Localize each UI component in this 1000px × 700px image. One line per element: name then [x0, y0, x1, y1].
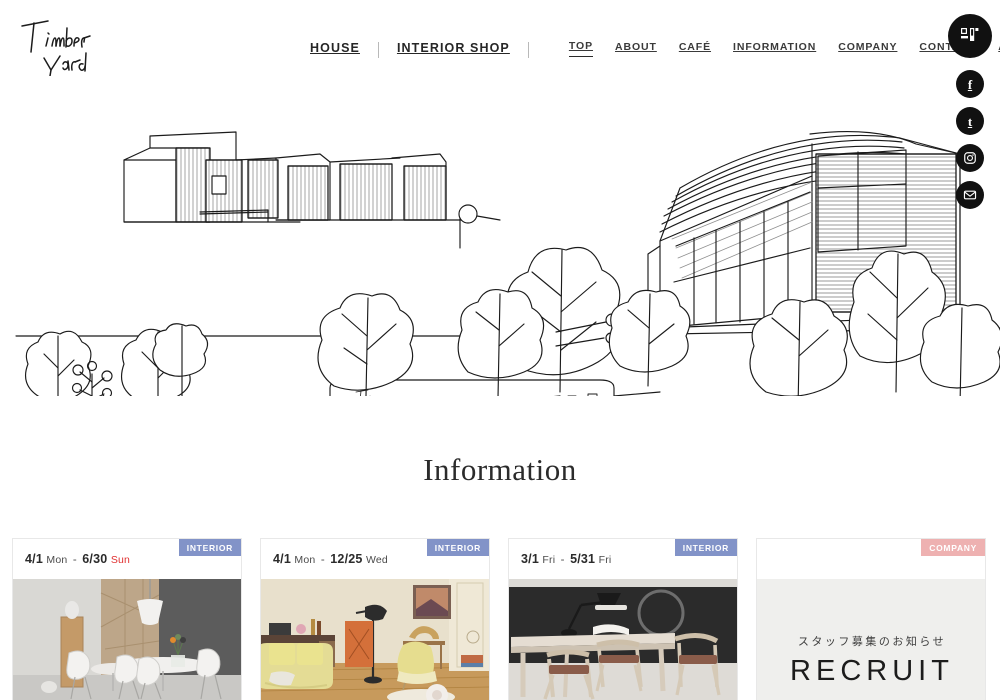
facebook-icon[interactable]: f [956, 70, 984, 98]
date-start-number: 4/1 [273, 552, 291, 566]
instagram-glyph-icon [964, 152, 976, 164]
date-start-day: Mon [294, 554, 316, 566]
date-start-number: 3/1 [521, 552, 539, 566]
date-start-number: 4/1 [25, 552, 43, 566]
site-logo[interactable] [18, 14, 128, 76]
date-end-number: 12/25 [330, 552, 363, 566]
date-end-day: Wed [365, 554, 388, 566]
nav-item-about[interactable]: ABOUT [615, 39, 657, 57]
nav-item-interior-shop[interactable]: INTERIOR SHOP [397, 39, 510, 57]
page-title: Information [423, 452, 577, 487]
brand-mark-glyph-icon [961, 28, 979, 41]
card-date: 4/1 Mon - 6/30 Sun [25, 552, 130, 566]
main-navigation[interactable]: HOUSE INTERIOR SHOP TOP ABOUT CAFÉ INFOR… [310, 38, 1000, 58]
nav-item-information[interactable]: INFORMATION [733, 39, 816, 57]
nav-divider-2 [527, 41, 529, 58]
card-date: 4/1 Mon - 12/25 Wed [273, 552, 388, 566]
information-card-list: INTERIOR 4/1 Mon - 6/30 Sun INTERIOR 4/1… [12, 538, 1000, 700]
dining-room-photo-icon [13, 579, 241, 700]
brand-mark-icon[interactable] [948, 14, 992, 58]
hero-illustration [0, 96, 1000, 396]
mail-icon[interactable] [956, 181, 984, 209]
date-separator: - [560, 554, 565, 566]
facebook-glyph: f [967, 76, 973, 92]
card-date: 3/1 Fri - 5/31 Fri [521, 552, 611, 566]
status-badge: INTERIOR [178, 539, 241, 556]
status-badge: COMPANY [921, 539, 985, 556]
list-item[interactable]: INTERIOR 4/1 Mon - 6/30 Sun [12, 538, 242, 700]
logo-script-icon [21, 20, 91, 76]
status-badge: INTERIOR [674, 539, 737, 556]
card-image [261, 579, 489, 700]
date-end-day: Sun [110, 554, 131, 566]
nav-item-house[interactable]: HOUSE [310, 39, 360, 57]
recruit-banner: スタッフ募集のお知らせ RECRUIT [757, 579, 985, 700]
nav-item-cafe[interactable]: CAFÉ [679, 39, 711, 57]
dark-wall-dining-photo-icon [509, 579, 737, 700]
date-separator: - [320, 554, 325, 566]
card-image [13, 579, 241, 700]
social-rail: f t [948, 14, 992, 209]
date-end-number: 6/30 [82, 552, 108, 566]
card-image [509, 579, 737, 700]
nav-item-company[interactable]: COMPANY [838, 39, 897, 57]
tumblr-glyph: t [967, 113, 973, 129]
date-separator: - [72, 554, 77, 566]
mail-glyph-icon [963, 190, 977, 200]
tumblr-icon[interactable]: t [956, 107, 984, 135]
timber-yard-line-drawing-icon [15, 130, 1000, 396]
nav-divider-1 [377, 41, 379, 58]
list-item[interactable]: INTERIOR 4/1 Mon - 12/25 Wed [260, 538, 490, 700]
living-room-photo-icon [261, 579, 489, 700]
recruit-title: RECRUIT [790, 654, 954, 687]
date-start-day: Mon [46, 554, 68, 566]
site-header: HOUSE INTERIOR SHOP TOP ABOUT CAFÉ INFOR… [0, 0, 1000, 96]
nav-item-top[interactable]: TOP [568, 38, 593, 57]
date-end-number: 5/31 [570, 552, 596, 566]
card-header: INTERIOR 4/1 Mon - 12/25 Wed [261, 539, 489, 579]
date-end-day: Fri [598, 554, 612, 566]
card-header: INTERIOR 3/1 Fri - 5/31 Fri [509, 539, 737, 579]
card-header: INTERIOR 4/1 Mon - 6/30 Sun [13, 539, 241, 579]
recruit-subtitle: スタッフ募集のお知らせ [797, 635, 947, 648]
page-root: HOUSE INTERIOR SHOP TOP ABOUT CAFÉ INFOR… [0, 0, 1000, 700]
date-start-day: Fri [542, 554, 556, 566]
card-header: COMPANY [757, 539, 985, 579]
status-badge: INTERIOR [426, 539, 489, 556]
list-item[interactable]: INTERIOR 3/1 Fri - 5/31 Fri [508, 538, 738, 700]
list-item[interactable]: COMPANY スタッフ募集のお知らせ RECRUIT [756, 538, 986, 700]
instagram-icon[interactable] [956, 144, 984, 172]
